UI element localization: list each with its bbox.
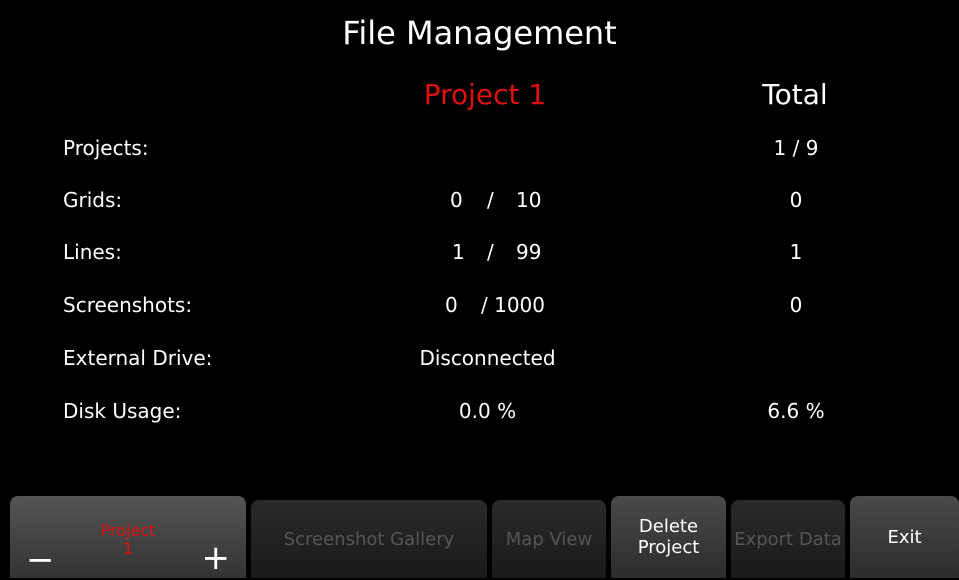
current-project-header: Project 1: [423, 78, 547, 111]
row-label: Projects:: [63, 136, 149, 160]
bottom-toolbar: Project 1 − + Screenshot Gallery Map Vie…: [0, 496, 959, 580]
delete-project-button[interactable]: Delete Project: [611, 496, 726, 578]
total-value: 0: [789, 188, 803, 212]
project-count-value: 0: [445, 293, 458, 317]
project-disk-usage: 0.0 %: [458, 399, 517, 423]
previous-project-button[interactable]: −: [26, 540, 55, 580]
row-screenshots: Screenshots: 0 / 1000 0: [0, 293, 959, 323]
total-value: 1: [789, 240, 803, 264]
delete-project-label-line2: Project: [637, 537, 700, 558]
row-label: Disk Usage:: [63, 399, 182, 423]
row-label: Lines:: [63, 240, 122, 264]
row-grids: Grids: 0 / 10 0: [0, 188, 959, 218]
external-drive-status: Disconnected: [419, 346, 556, 370]
project-count-max: / 1000: [481, 293, 545, 317]
map-view-button[interactable]: Map View: [492, 500, 606, 578]
row-label: Grids:: [63, 188, 123, 212]
project-count-separator: /: [487, 188, 494, 212]
project-count-value: 1: [452, 240, 465, 264]
page-title: File Management: [342, 14, 617, 52]
screenshot-gallery-button[interactable]: Screenshot Gallery: [251, 500, 487, 578]
project-count-max: 99: [516, 240, 542, 264]
export-data-button[interactable]: Export Data: [731, 500, 845, 578]
row-label: External Drive:: [63, 346, 213, 370]
row-disk-usage: Disk Usage: 0.0 % 6.6 %: [0, 399, 959, 429]
row-projects: Projects: 1 / 9: [0, 136, 959, 166]
exit-button[interactable]: Exit: [850, 496, 959, 578]
project-count-separator: /: [487, 240, 494, 264]
project-count-max: 10: [516, 188, 542, 212]
total-header: Total: [762, 78, 828, 111]
total-disk-usage: 6.6 %: [767, 399, 825, 423]
total-value: 1 / 9: [773, 136, 819, 160]
row-label: Screenshots:: [63, 293, 193, 317]
next-project-button[interactable]: +: [202, 538, 231, 578]
project-count-value: 0: [450, 188, 463, 212]
delete-project-label-line1: Delete: [638, 516, 699, 537]
total-value: 0: [789, 293, 803, 317]
row-external-drive: External Drive: Disconnected: [0, 346, 959, 376]
project-selector[interactable]: Project 1 − +: [10, 496, 246, 580]
row-lines: Lines: 1 / 99 1: [0, 240, 959, 270]
